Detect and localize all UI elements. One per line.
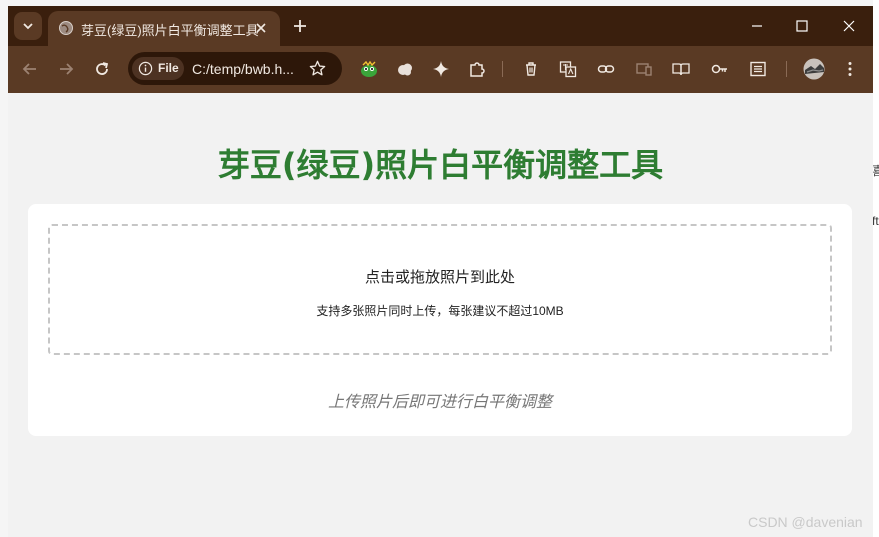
puzzle-icon[interactable] — [467, 59, 487, 79]
background-text-fragment: 喜 — [872, 164, 879, 178]
link-icon[interactable] — [596, 59, 616, 79]
background-text-fragment: ft — [872, 214, 879, 228]
avatar[interactable] — [803, 58, 825, 80]
trash-icon[interactable] — [521, 59, 541, 79]
minimize-icon[interactable] — [747, 16, 767, 36]
extension-mascot-icon[interactable] — [359, 59, 379, 79]
upload-dropzone[interactable]: 点击或拖放照片到此处 支持多张照片同时上传，每张建议不超过10MB — [48, 224, 832, 355]
active-tab[interactable]: 芽豆(绿豆)照片白平衡调整工具 — [48, 11, 280, 46]
reload-icon[interactable] — [92, 59, 112, 79]
tab-title: 芽豆(绿豆)照片白平衡调整工具 — [81, 23, 259, 38]
url-text: C:/temp/bwb.h... — [192, 61, 294, 77]
site-info-chip[interactable]: File — [132, 57, 184, 80]
maximize-icon[interactable] — [792, 16, 812, 36]
device-icon[interactable] — [634, 59, 654, 79]
page-content: 芽豆(绿豆)照片白平衡调整工具 点击或拖放照片到此处 支持多张照片同时上传，每张… — [8, 93, 873, 537]
background-page-strip — [873, 0, 879, 537]
sidepanel-icon[interactable] — [748, 59, 768, 79]
browser-window: 芽豆(绿豆)照片白平衡调整工具 File C:/temp/bwb.h... 芽豆… — [8, 6, 873, 537]
chevron-down-icon — [23, 23, 33, 30]
tab-search-button[interactable] — [14, 12, 42, 40]
info-icon — [138, 61, 153, 76]
globe-icon — [59, 21, 73, 35]
forward-icon[interactable] — [56, 59, 76, 79]
white-balance-hint: 上传照片后即可进行白平衡调整 — [327, 394, 552, 411]
key-icon[interactable] — [710, 59, 730, 79]
tab-strip: 芽豆(绿豆)照片白平衡调整工具 — [8, 6, 873, 46]
translate-icon[interactable] — [558, 59, 578, 79]
browser-toolbar: File C:/temp/bwb.h... — [8, 46, 873, 93]
close-window-icon[interactable] — [839, 16, 859, 36]
dropzone-sub-text: 支持多张照片同时上传，每张建议不超过10MB — [316, 304, 564, 318]
back-icon[interactable] — [20, 59, 40, 79]
cloud-icon[interactable] — [395, 59, 415, 79]
page-title: 芽豆(绿豆)照片白平衡调整工具 — [217, 146, 664, 184]
upload-card: 点击或拖放照片到此处 支持多张照片同时上传，每张建议不超过10MB 上传照片后即… — [28, 204, 852, 436]
file-chip-label: File — [158, 61, 179, 75]
new-tab-icon[interactable] — [290, 16, 310, 36]
toolbar-separator — [502, 61, 503, 77]
watermark: CSDN @davenian — [748, 514, 863, 530]
reader-icon[interactable] — [671, 59, 691, 79]
close-tab-icon[interactable] — [252, 19, 270, 37]
sparkle-icon[interactable] — [431, 59, 451, 79]
toolbar-separator — [786, 61, 787, 77]
star-icon[interactable] — [308, 59, 327, 78]
address-bar[interactable]: File C:/temp/bwb.h... — [128, 52, 342, 85]
menu-icon[interactable] — [840, 59, 860, 79]
dropzone-main-text: 点击或拖放照片到此处 — [364, 269, 515, 286]
